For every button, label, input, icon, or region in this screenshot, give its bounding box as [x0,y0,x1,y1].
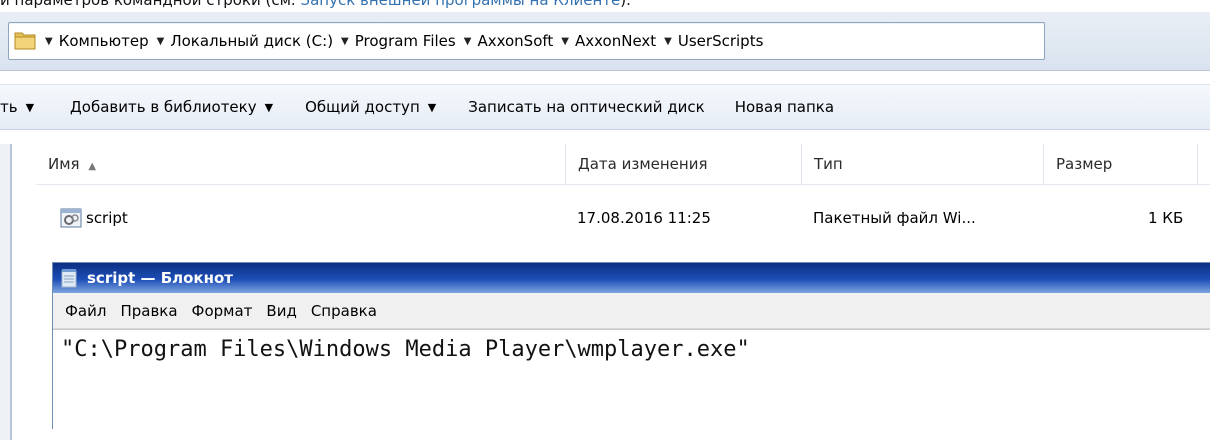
notepad-text-area[interactable]: "C:\Program Files\Windows Media Player\w… [53,329,1210,430]
chevron-down-icon: ▼ [427,100,437,114]
breadcrumb-label: AxxonNext [574,32,657,50]
navigation-pane-edge[interactable] [0,144,12,440]
doc-text-prefix: и параметров командной строки (см. [0,0,301,9]
column-label: Размер [1056,155,1113,173]
toolbar-label: Записать на оптический диск [468,98,705,116]
chevron-down-icon: ▼ [561,35,569,47]
column-header-name[interactable]: Имя ▲ [36,144,566,184]
chevron-down-icon: ▼ [45,35,53,47]
breadcrumb-label: Локальный диск (C:) [170,32,334,50]
breadcrumb-axxonsoft[interactable]: ▼ AxxonSoft [464,32,554,50]
column-header-date[interactable]: Дата изменения [566,144,802,184]
menu-file[interactable]: Файл [65,302,106,320]
breadcrumb-userscripts[interactable]: ▼ UserScripts [664,32,763,50]
chevron-down-icon: ▼ [25,100,35,114]
chevron-down-icon: ▼ [341,35,349,47]
breadcrumb: ▼ Компьютер ▼ Локальный диск (C:) ▼ Program… [45,23,763,59]
notepad-title: script — Блокнот [87,269,233,287]
file-date: 17.08.2016 11:25 [577,209,711,227]
doc-text-line: и параметров командной строки (см. Запус… [0,0,631,10]
sort-asc-icon: ▲ [88,161,97,172]
toolbar-item-cut[interactable]: ть ▼ [0,98,34,116]
breadcrumb-label: AxxonSoft [477,32,554,50]
table-row[interactable]: script 17.08.2016 11:25 Пакетный файл Wi… [36,198,1210,238]
toolbar-label: Новая папка [734,98,835,116]
column-header-type[interactable]: Тип [802,144,1044,184]
toolbar-label: ть [0,98,18,116]
notepad-icon [61,269,77,288]
toolbar-share[interactable]: Общий доступ ▼ [305,98,436,116]
batch-file-icon [60,208,82,228]
folder-icon [14,32,36,50]
column-headers: Имя ▲ Дата изменения Тип Размер [36,144,1210,185]
notepad-menu-bar: Файл Правка Формат Вид Справка [53,293,1210,329]
notepad-content: "C:\Program Files\Windows Media Player\w… [61,337,750,362]
breadcrumb-label: Program Files [354,32,456,50]
file-type: Пакетный файл Wi... [813,209,976,227]
address-bar[interactable]: ▼ Компьютер ▼ Локальный диск (C:) ▼ Program… [8,22,1045,60]
menu-view[interactable]: Вид [266,302,296,320]
chevron-down-icon: ▼ [156,35,165,47]
chevron-down-icon: ▼ [264,100,274,114]
toolbar-label: Общий доступ [305,98,420,116]
doc-text-suffix: ). [620,0,631,9]
column-header-size[interactable]: Размер [1044,144,1198,184]
column-label: Тип [814,155,843,173]
address-bar-area: ▼ Компьютер ▼ Локальный диск (C:) ▼ Program… [0,12,1210,71]
breadcrumb-axxonnext[interactable]: ▼ AxxonNext [561,32,656,50]
column-label: Имя [48,155,80,173]
notepad-window: script — Блокнот Файл Правка Формат Вид … [52,262,1210,430]
doc-link[interactable]: Запуск внешней программы на Клиенте [300,0,620,9]
column-label: Дата изменения [578,155,708,173]
command-toolbar: ть ▼ Добавить в библиотеку ▼ Общий доступ ▼… [0,84,1210,130]
chevron-down-icon: ▼ [664,35,672,47]
menu-help[interactable]: Справка [311,302,377,320]
breadcrumb-program-files[interactable]: ▼ Program Files [341,32,456,50]
toolbar-add-to-library[interactable]: Добавить в библиотеку ▼ [70,98,273,116]
file-name: script [86,209,128,227]
menu-format[interactable]: Формат [192,302,253,320]
breadcrumb-local-disk[interactable]: ▼ Локальный диск (C:) [157,32,333,50]
file-size: 1 КБ [1148,209,1184,227]
breadcrumb-label: UserScripts [677,32,764,50]
notepad-title-bar[interactable]: script — Блокнот [53,263,1210,293]
toolbar-label: Добавить в библиотеку [70,98,257,116]
menu-edit[interactable]: Правка [120,302,177,320]
chevron-down-icon: ▼ [463,35,472,47]
toolbar-burn[interactable]: Записать на оптический диск [468,98,704,116]
breadcrumb-computer[interactable]: ▼ Компьютер [45,32,149,50]
breadcrumb-label: Компьютер [58,32,149,50]
toolbar-new-folder[interactable]: Новая папка [735,98,834,116]
